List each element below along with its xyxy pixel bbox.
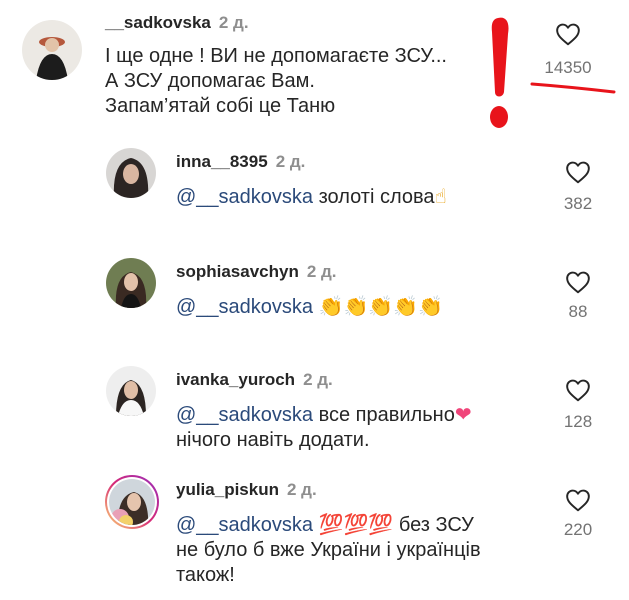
like-button[interactable] <box>548 22 588 46</box>
comment-line: @__sadkovska 💯💯💯 без ЗСУ <box>176 512 481 538</box>
avatar[interactable] <box>104 474 160 530</box>
username[interactable]: sophiasavchyn <box>176 262 299 281</box>
timestamp: 2 д. <box>275 152 306 171</box>
like-count: 220 <box>563 520 593 539</box>
comment-meta: yulia_piskun 2 д. <box>176 480 317 500</box>
mention-link[interactable]: @__sadkovska <box>176 404 313 426</box>
avatar[interactable] <box>106 148 156 198</box>
comment-item: __sadkovska 2 д. І ще одне ! ВИ не допома… <box>0 0 629 140</box>
comment-meta: sophiasavchyn 2 д. <box>176 262 337 282</box>
heart-outline-icon <box>566 489 590 512</box>
username[interactable]: inna__8395 <box>176 152 268 171</box>
comment-line: Запам’ятай собі це Таню <box>105 95 336 117</box>
comment-meta: ivanka_yuroch 2 д. <box>176 370 333 390</box>
like-count: 88 <box>568 302 588 321</box>
timestamp: 2 д. <box>218 13 249 32</box>
comment-body: без ЗСУ <box>393 514 474 536</box>
timestamp: 2 д. <box>306 262 337 281</box>
reply-item: sophiasavchyn 2 д. @__sadkovska 👏👏👏👏👏 88 <box>0 250 629 360</box>
comment-meta: __sadkovska 2 д. <box>105 13 249 33</box>
heart-outline-icon <box>566 161 590 184</box>
timestamp: 2 д. <box>303 370 333 389</box>
heart-outline-icon <box>566 379 590 402</box>
comment-line: @__sadkovska все правильно❤ <box>176 402 472 428</box>
underline-annotation <box>530 82 616 94</box>
heart-outline-icon <box>566 271 590 294</box>
comment-text: @__sadkovska золоті слова☝ <box>176 184 447 210</box>
like-count: 14350 <box>544 58 592 77</box>
comment-text: @__sadkovska 👏👏👏👏👏 <box>176 294 443 320</box>
comment-line: також! <box>176 564 235 586</box>
avatar[interactable] <box>106 366 156 416</box>
comment-body: золоті слова <box>313 186 435 208</box>
timestamp: 2 д. <box>286 480 317 499</box>
like-button[interactable] <box>558 488 598 512</box>
comment-line: нічого навіть додати. <box>176 429 370 451</box>
avatar[interactable] <box>106 258 156 308</box>
comment-line: А ЗСУ допомагає Вам. <box>105 70 315 92</box>
avatar[interactable] <box>22 20 82 80</box>
username[interactable]: yulia_piskun <box>176 480 279 499</box>
like-count: 382 <box>563 194 593 213</box>
username[interactable]: __sadkovska <box>105 13 211 32</box>
reply-item: inna__8395 2 д. @__sadkovska золоті слова… <box>0 140 629 255</box>
emoji: ☝ <box>434 184 447 208</box>
comment-text: @__sadkovska 💯💯💯 без ЗСУ не було б вже У… <box>176 512 481 588</box>
emoji: 💯💯💯 <box>318 512 394 536</box>
comment-text: І ще одне ! ВИ не допомагаєте ЗСУ... А З… <box>105 44 447 119</box>
heart-outline-icon <box>556 23 580 46</box>
mention-link[interactable]: @__sadkovska <box>176 186 313 208</box>
comment-line: І ще одне ! ВИ не допомагаєте ЗСУ... <box>105 45 447 67</box>
username[interactable]: ivanka_yuroch <box>176 370 295 389</box>
like-button[interactable] <box>558 378 598 402</box>
reply-item: yulia_piskun 2 д. @__sadkovska 💯💯💯 без ЗС… <box>0 468 629 600</box>
like-button[interactable] <box>558 270 598 294</box>
comment-body: все правильно <box>313 404 455 426</box>
reply-item: ivanka_yuroch 2 д. @__sadkovska все прави… <box>0 358 629 473</box>
mention-link[interactable]: @__sadkovska <box>176 296 313 318</box>
emoji: ❤ <box>454 402 472 426</box>
comment-line: не було б вже України і українців <box>176 539 481 561</box>
comment-text: @__sadkovska все правильно❤ нічого навіт… <box>176 402 472 453</box>
like-button[interactable] <box>558 160 598 184</box>
like-count: 128 <box>563 412 593 431</box>
emoji: 👏👏👏👏👏 <box>318 294 444 318</box>
comment-meta: inna__8395 2 д. <box>176 152 305 172</box>
mention-link[interactable]: @__sadkovska <box>176 514 313 536</box>
exclamation-mark-annotation <box>490 17 509 128</box>
